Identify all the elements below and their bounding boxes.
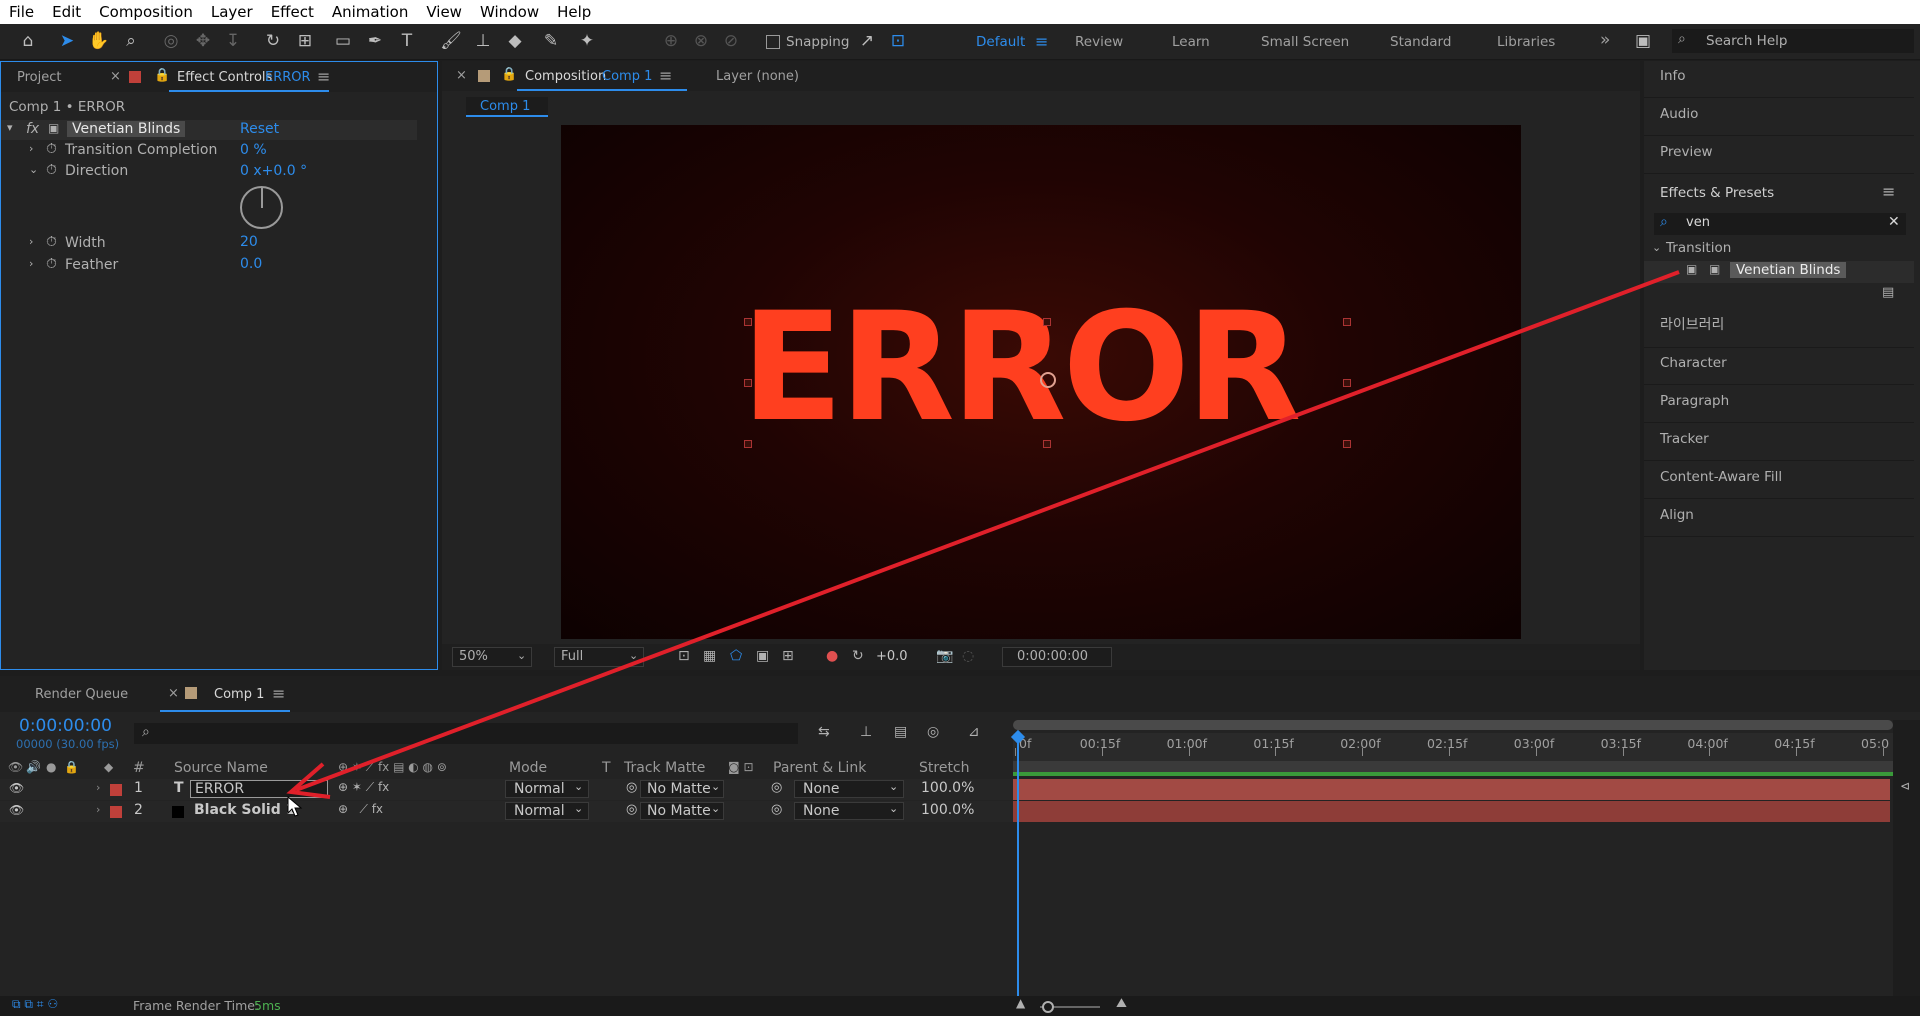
annotation-arrow: [286, 270, 1680, 799]
mouse-cursor-icon: [287, 796, 303, 817]
